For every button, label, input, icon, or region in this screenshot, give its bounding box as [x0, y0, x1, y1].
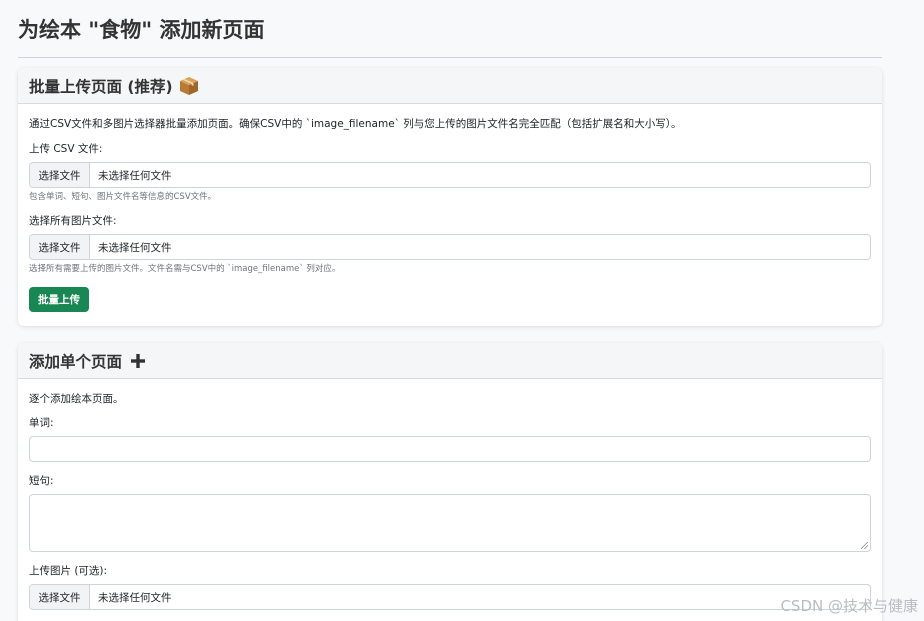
plus-icon — [130, 353, 146, 369]
word-input[interactable] — [29, 436, 871, 462]
word-label: 单词: — [29, 417, 54, 429]
images-file-name: 未选择任何文件 — [98, 241, 172, 254]
watermark: CSDN @技术与健康 — [780, 597, 918, 615]
bulk-upload-card: 批量上传页面 (推荐) 通过CSV文件和多图片选择器批量添加页面。确保CSV中的… — [18, 68, 882, 326]
csv-file-input[interactable]: 选择文件 未选择任何文件 — [29, 162, 871, 188]
single-page-card: 添加单个页面 逐个添加绘本页面。 单词: 短句: 上传图片 (可选): 选择文件… — [18, 343, 882, 621]
bulk-upload-header: 批量上传页面 (推荐) — [18, 68, 882, 104]
title-divider — [18, 57, 882, 58]
sentence-label: 短句: — [29, 475, 54, 487]
single-page-title: 添加单个页面 — [29, 352, 123, 371]
single-description: 逐个添加绘本页面。 — [29, 393, 124, 405]
bulk-description: 通过CSV文件和多图片选择器批量添加页面。确保CSV中的 `image_file… — [29, 118, 682, 130]
single-page-body: 逐个添加绘本页面。 单词: 短句: 上传图片 (可选): 选择文件 未选择任何文… — [18, 379, 882, 610]
csv-file-name: 未选择任何文件 — [98, 169, 172, 182]
bulk-upload-body: 通过CSV文件和多图片选择器批量添加页面。确保CSV中的 `image_file… — [18, 104, 882, 312]
page-title: 为绘本 "食物" 添加新页面 — [18, 18, 265, 42]
csv-label: 上传 CSV 文件: — [29, 143, 103, 155]
single-page-header: 添加单个页面 — [18, 343, 882, 379]
sentence-textarea[interactable] — [29, 494, 871, 552]
image-choose-file-button[interactable]: 选择文件 — [30, 585, 90, 609]
image-file-input[interactable]: 选择文件 未选择任何文件 — [29, 584, 871, 610]
bulk-upload-title: 批量上传页面 (推荐) — [29, 77, 173, 96]
images-file-input[interactable]: 选择文件 未选择任何文件 — [29, 234, 871, 260]
images-hint: 选择所有需要上传的图片文件。文件名需与CSV中的 `image_filename… — [29, 264, 341, 274]
bulk-upload-button[interactable]: 批量上传 — [29, 287, 89, 312]
image-label: 上传图片 (可选): — [29, 565, 108, 577]
image-file-name: 未选择任何文件 — [98, 591, 172, 604]
resize-grip-icon[interactable] — [861, 542, 868, 549]
csv-choose-file-button[interactable]: 选择文件 — [30, 163, 90, 187]
images-choose-file-button[interactable]: 选择文件 — [30, 235, 90, 259]
csv-hint: 包含单词、短句、图片文件名等信息的CSV文件。 — [29, 192, 217, 202]
images-label: 选择所有图片文件: — [29, 215, 117, 227]
package-icon — [179, 76, 199, 96]
